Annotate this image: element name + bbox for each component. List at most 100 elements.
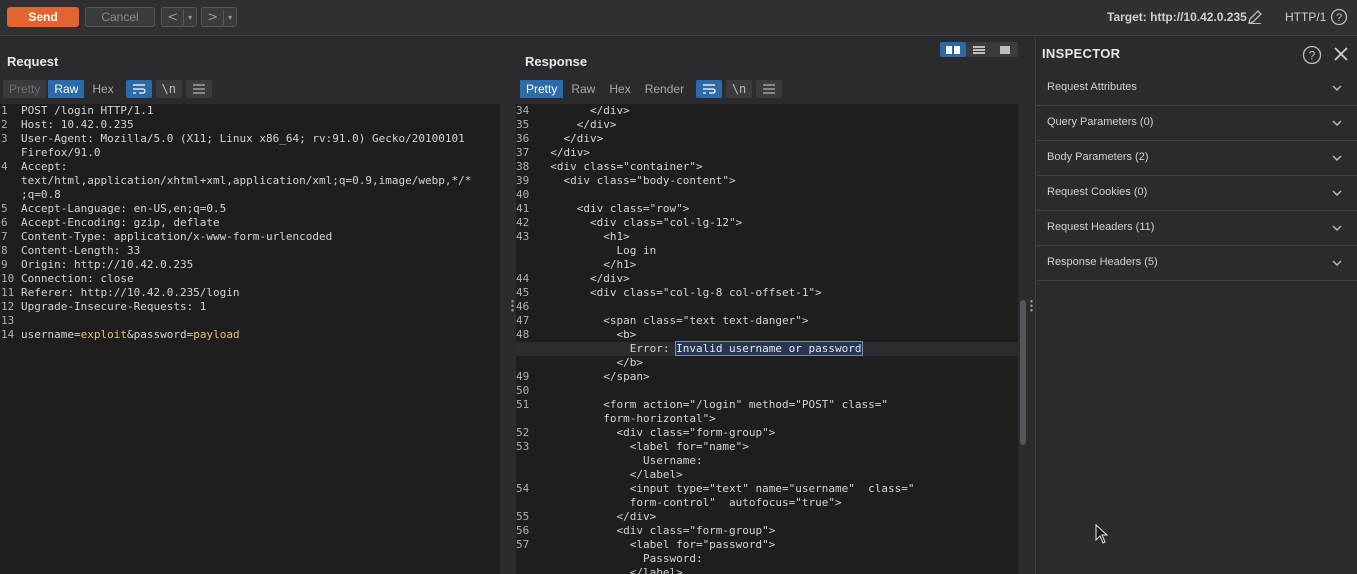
response-line-text: </div> (537, 272, 630, 286)
response-newline-toggle[interactable]: \n (726, 80, 753, 98)
svg-text:?: ? (1309, 49, 1316, 63)
layout-side-by-side-button[interactable] (940, 42, 966, 57)
request-tab-pretty[interactable]: Pretty (3, 80, 47, 98)
inspector-section[interactable]: Request Headers (11) (1036, 211, 1357, 246)
chevron-down-icon[interactable] (1331, 152, 1343, 164)
request-line: 11 Referer: http://10.42.0.235/login (0, 286, 500, 300)
chevron-down-icon[interactable] (1331, 82, 1343, 94)
response-line-text: <div class="col-lg-12"> (537, 216, 742, 230)
rows-icon (973, 45, 985, 54)
chevron-down-icon[interactable] (1331, 222, 1343, 234)
response-line-text: Log in (537, 244, 656, 258)
inspector-section-label: Body Parameters (2) (1047, 151, 1149, 163)
response-line: 57 <label for="password"> (516, 538, 1018, 552)
line-number: 14 (1, 328, 15, 341)
response-code-text: </div> (537, 510, 657, 523)
response-line-text: <div class="row"> (537, 202, 690, 216)
request-editor[interactable]: 1 POST /login HTTP/1.1 2 Host: 10.42.0.235 3… (0, 104, 500, 574)
inspector-section[interactable]: Response Headers (5) (1036, 246, 1357, 281)
request-line-text: Upgrade-Insecure-Requests: 1 (21, 300, 207, 313)
response-editor[interactable]: 34 </div> 35 </div> 36 </div> 37 </div> 38 <… (516, 104, 1018, 574)
request-line-text: Host: 10.42.0.235 (21, 118, 134, 131)
line-number: 5 (1, 202, 8, 215)
forward-dropdown-icon[interactable]: ▾ (224, 13, 236, 22)
back-dropdown-icon[interactable]: ▾ (184, 13, 196, 22)
inspector-section[interactable]: Body Parameters (2) (1036, 141, 1357, 176)
response-line: </b> (516, 356, 1018, 370)
response-code-text: Error: (537, 342, 677, 355)
response-code-text: <b> (537, 328, 637, 341)
response-wrap-toggle[interactable] (696, 80, 723, 98)
layout-single-button[interactable] (992, 42, 1018, 57)
request-menu-button[interactable] (185, 80, 212, 98)
send-button[interactable]: Send (7, 7, 79, 27)
response-line: </h1> (516, 258, 1018, 272)
inspector-panel: INSPECTOR ? Request Attributes Query Para… (1035, 37, 1357, 574)
history-back-button[interactable]: < ▾ (161, 7, 197, 27)
line-number: 10 (1, 272, 15, 285)
param-name-password[interactable]: password (134, 328, 187, 341)
response-line: 35 </div> (516, 118, 1018, 132)
line-number (0, 146, 21, 160)
line-number (0, 188, 21, 202)
response-line-text: </label> (537, 566, 683, 574)
response-line-text: Username: (537, 454, 703, 468)
chevron-down-icon[interactable] (1331, 117, 1343, 129)
response-line: form-horizontal"> (516, 412, 1018, 426)
line-number: 13 (1, 314, 15, 327)
selected-text[interactable]: Invalid username or password (675, 341, 863, 356)
line-number (516, 468, 537, 482)
line-number: 7 (1, 230, 8, 243)
inspector-section[interactable]: Request Cookies (0) (1036, 176, 1357, 211)
request-tab-hex[interactable]: Hex (86, 80, 119, 98)
response-line: 34 </div> (516, 104, 1018, 118)
response-tab-render[interactable]: Render (639, 80, 690, 98)
param-value-username[interactable]: exploit (81, 328, 127, 341)
inspector-section[interactable]: Request Attributes (1036, 71, 1357, 106)
edit-target-icon[interactable] (1246, 8, 1264, 26)
inspector-help-icon[interactable]: ? (1302, 45, 1322, 65)
line-number (516, 454, 537, 468)
cancel-button[interactable]: Cancel (85, 7, 155, 27)
response-line: Password: (516, 552, 1018, 566)
close-icon[interactable] (1332, 45, 1350, 63)
request-line-text: Content-Length: 33 (21, 244, 141, 257)
response-tab-raw[interactable]: Raw (565, 80, 601, 98)
request-wrap-toggle[interactable] (125, 80, 152, 98)
response-line: 38 <div class="container"> (516, 160, 1018, 174)
response-code-text: <div class="form-group"> (537, 426, 776, 439)
inspector-section-label: Request Headers (11) (1047, 221, 1155, 233)
line-number: 34 (516, 104, 530, 117)
layout-switcher (940, 42, 1018, 57)
response-code-text: </div> (537, 118, 617, 131)
chevron-down-icon[interactable] (1331, 257, 1343, 269)
param-value-password[interactable]: payload (193, 328, 239, 341)
response-line-text: <div class="form-group"> (537, 524, 775, 538)
request-line-text: Firefox/91.0 (21, 146, 101, 159)
param-name-username[interactable]: username (21, 328, 74, 341)
response-line-text: <input type="text" name="username" class… (537, 482, 915, 496)
response-menu-button[interactable] (756, 80, 783, 98)
line-number (516, 552, 537, 566)
response-line: 40 (516, 188, 1018, 202)
help-icon[interactable]: ? (1330, 8, 1348, 26)
response-tab-pretty[interactable]: Pretty (520, 80, 564, 98)
response-code-text: </b> (537, 356, 643, 369)
response-code-text: Password: (537, 552, 703, 565)
protocol-label[interactable]: HTTP/1 (1285, 10, 1326, 24)
forward-arrow-icon[interactable]: > (202, 9, 225, 25)
response-line-text: <div class="container"> (537, 160, 702, 174)
request-newline-toggle[interactable]: \n (155, 80, 182, 98)
layout-stacked-button[interactable] (966, 42, 992, 57)
response-line: 36 </div> (516, 132, 1018, 146)
history-forward-button[interactable]: > ▾ (201, 7, 237, 27)
back-arrow-icon[interactable]: < (162, 9, 185, 25)
request-tab-raw[interactable]: Raw (48, 80, 85, 98)
inspector-section[interactable]: Query Parameters (0) (1036, 106, 1357, 141)
response-tab-hex[interactable]: Hex (603, 80, 636, 98)
response-line: 45 <div class="col-lg-8 col-offset-1"> (516, 286, 1018, 300)
request-line: 6 Accept-Encoding: gzip, deflate (0, 216, 500, 230)
chevron-down-icon[interactable] (1331, 187, 1343, 199)
response-line: 50 (516, 384, 1018, 398)
response-line: Log in (516, 244, 1018, 258)
